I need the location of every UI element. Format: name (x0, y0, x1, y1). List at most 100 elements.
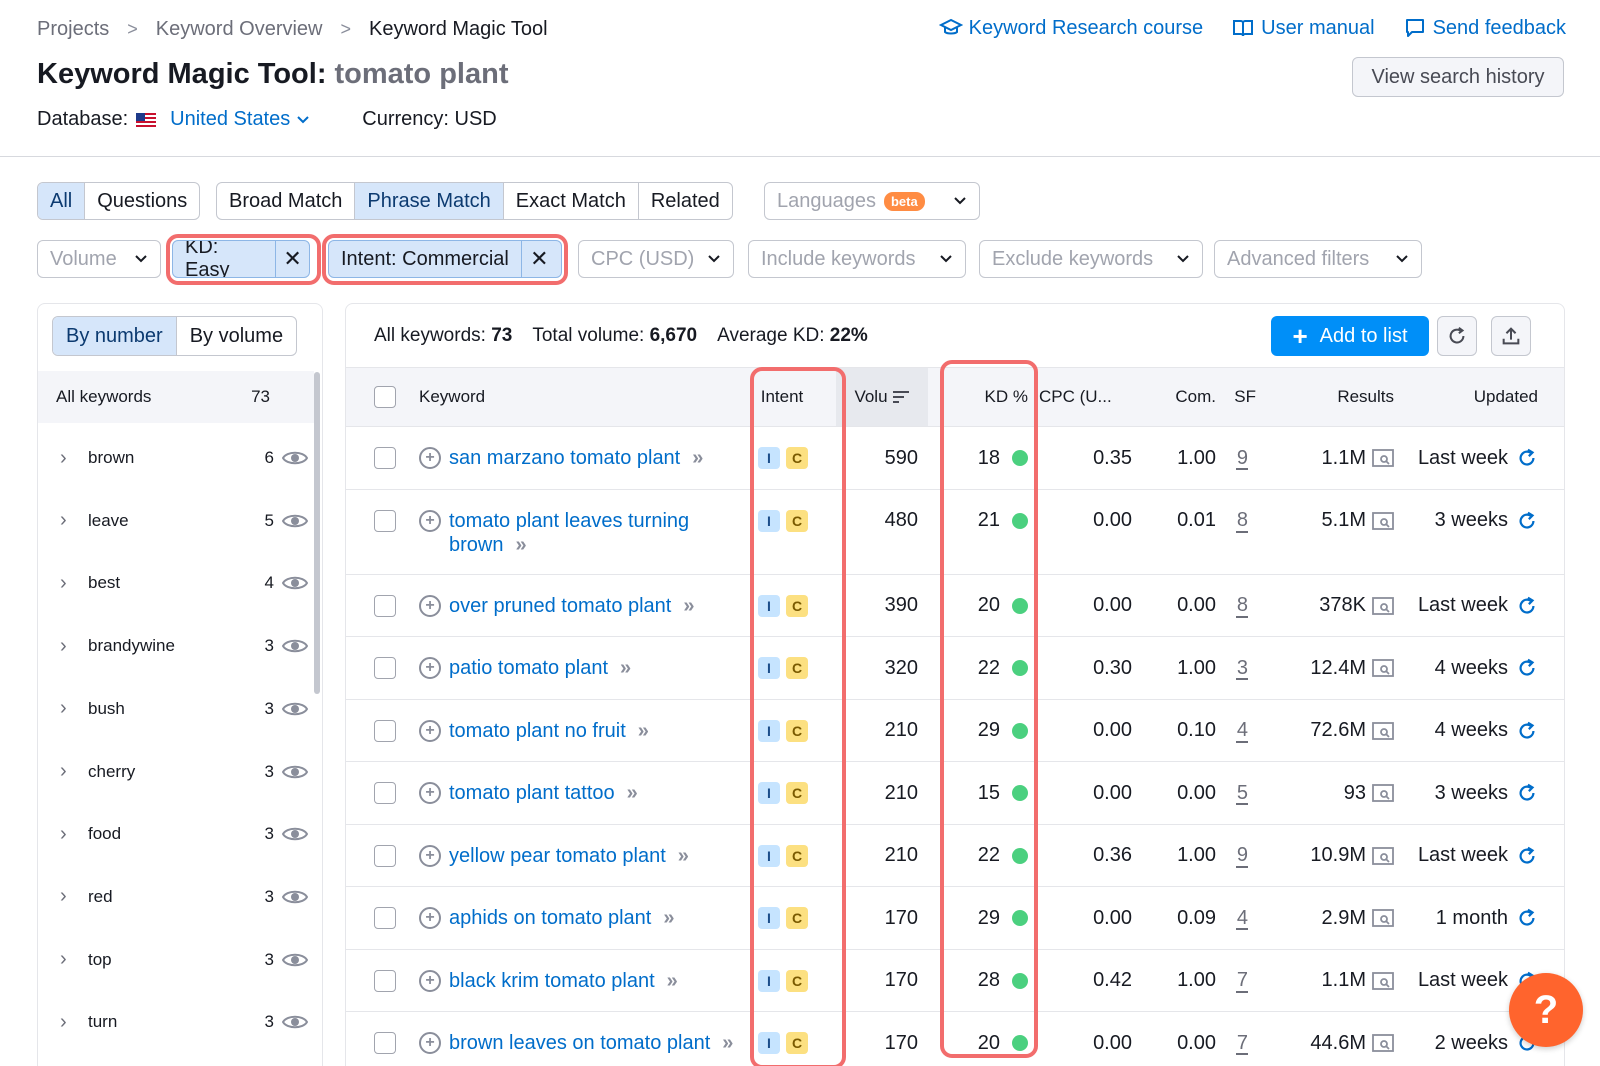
double-chevron-icon[interactable]: » (683, 595, 694, 617)
row-checkbox[interactable] (374, 637, 396, 699)
serp-features-count[interactable]: 4 (1216, 700, 1248, 762)
eye-icon[interactable] (282, 512, 308, 530)
serp-features-count[interactable]: 4 (1216, 887, 1248, 949)
row-checkbox[interactable] (374, 950, 396, 1012)
chevron-right-icon[interactable]: › (60, 948, 72, 971)
keyword-link[interactable]: san marzano tomato plant » (449, 446, 703, 470)
advanced-filters[interactable]: Advanced filters (1214, 240, 1422, 278)
intent-filter-chip[interactable]: Intent: Commercial ✕ (328, 240, 562, 278)
tab-all[interactable]: All (38, 183, 86, 219)
column-keyword[interactable]: Keyword (419, 368, 485, 426)
tab-exact-match[interactable]: Exact Match (504, 183, 639, 219)
eye-icon[interactable] (282, 449, 308, 467)
keyword-group-item[interactable]: › bush 3 (38, 678, 314, 740)
eye-icon[interactable] (282, 825, 308, 843)
double-chevron-icon[interactable]: » (627, 782, 638, 804)
add-keyword-icon[interactable]: + (419, 594, 441, 617)
row-checkbox[interactable] (374, 1012, 396, 1066)
chevron-right-icon[interactable]: › (60, 697, 72, 720)
keyword-group-item[interactable]: › food 3 (38, 803, 314, 865)
chevron-right-icon[interactable]: › (60, 823, 72, 846)
refresh-icon[interactable] (1516, 782, 1538, 804)
column-results[interactable]: Results (1286, 368, 1394, 426)
serp-features-count[interactable]: 7 (1216, 1012, 1248, 1066)
eye-icon[interactable] (282, 637, 308, 655)
by-volume-button[interactable]: By volume (177, 317, 296, 355)
languages-dropdown[interactable]: Languages beta (764, 182, 980, 220)
eye-icon[interactable] (282, 951, 308, 969)
add-keyword-icon[interactable]: + (419, 907, 441, 929)
add-keyword-icon[interactable]: + (419, 447, 441, 469)
tab-questions[interactable]: Questions (85, 183, 199, 219)
keyword-link[interactable]: tomato plant tattoo » (449, 781, 638, 805)
double-chevron-icon[interactable]: » (620, 657, 631, 679)
keyword-link[interactable]: brown leaves on tomato plant » (449, 1031, 733, 1055)
view-search-history-button[interactable]: View search history (1352, 57, 1564, 97)
eye-icon[interactable] (282, 1013, 308, 1031)
double-chevron-icon[interactable]: » (515, 534, 526, 556)
close-icon[interactable]: ✕ (520, 241, 557, 277)
chevron-right-icon[interactable]: › (60, 447, 72, 470)
column-updated[interactable]: Updated (1416, 368, 1538, 426)
help-button[interactable]: ? (1509, 973, 1583, 1047)
eye-icon[interactable] (282, 574, 308, 592)
kd-filter-chip[interactable]: KD: Easy ✕ (172, 240, 310, 278)
send-feedback-link[interactable]: Send feedback (1403, 16, 1566, 40)
keyword-group-item[interactable]: › best 4 (38, 552, 314, 614)
database-select[interactable]: United States (136, 108, 310, 131)
row-checkbox[interactable] (374, 427, 396, 489)
keyword-link[interactable]: patio tomato plant » (449, 656, 631, 680)
keyword-link[interactable]: tomato plant leaves turning brown » (449, 509, 689, 557)
keyword-group-item[interactable]: › brown 6 (38, 427, 314, 489)
column-cpc[interactable]: CPC (U... (1039, 368, 1112, 426)
refresh-icon[interactable] (1516, 595, 1538, 617)
tab-broad-match[interactable]: Broad Match (217, 183, 356, 219)
row-checkbox[interactable] (374, 887, 396, 949)
serp-features-count[interactable]: 3 (1216, 637, 1248, 699)
add-keyword-icon[interactable]: + (419, 782, 441, 804)
column-kd[interactable]: KD % (928, 368, 1028, 426)
column-sf[interactable]: SF (1216, 368, 1256, 426)
add-keyword-icon[interactable]: + (419, 719, 441, 742)
breadcrumb-projects[interactable]: Projects (37, 18, 109, 41)
chevron-right-icon[interactable]: › (60, 635, 72, 658)
chevron-right-icon[interactable]: › (60, 885, 72, 908)
serp-features-count[interactable]: 8 (1216, 490, 1248, 552)
keyword-link[interactable]: tomato plant no fruit » (449, 719, 649, 743)
select-all-checkbox[interactable] (374, 368, 396, 426)
cpc-filter[interactable]: CPC (USD) (578, 240, 734, 278)
serp-features-count[interactable]: 7 (1216, 950, 1248, 1012)
volume-filter[interactable]: Volume (37, 240, 161, 278)
exclude-keywords-filter[interactable]: Exclude keywords (979, 240, 1203, 278)
chevron-right-icon[interactable]: › (60, 760, 72, 783)
double-chevron-icon[interactable]: » (722, 1032, 733, 1054)
refresh-icon[interactable] (1516, 447, 1538, 469)
breadcrumb-keyword-overview[interactable]: Keyword Overview (156, 18, 323, 41)
keyword-link[interactable]: yellow pear tomato plant » (449, 844, 689, 868)
row-checkbox[interactable] (374, 762, 396, 824)
include-keywords-filter[interactable]: Include keywords (748, 240, 966, 278)
refresh-button[interactable] (1437, 316, 1477, 356)
keyword-link[interactable]: over pruned tomato plant » (449, 594, 695, 618)
serp-features-count[interactable]: 8 (1216, 575, 1248, 637)
column-intent[interactable]: Intent (738, 368, 826, 426)
keyword-link[interactable]: aphids on tomato plant » (449, 906, 675, 930)
all-keywords-group[interactable]: All keywords 73 (38, 371, 314, 423)
refresh-icon[interactable] (1516, 510, 1538, 532)
double-chevron-icon[interactable]: » (667, 970, 678, 992)
export-button[interactable] (1491, 316, 1531, 356)
double-chevron-icon[interactable]: » (663, 907, 674, 929)
add-keyword-icon[interactable]: + (419, 844, 441, 867)
keyword-group-item[interactable]: › red 3 (38, 866, 314, 928)
add-keyword-icon[interactable]: + (419, 657, 441, 679)
user-manual-link[interactable]: User manual (1231, 16, 1375, 40)
double-chevron-icon[interactable]: » (692, 447, 703, 469)
column-volume[interactable]: Volu (836, 368, 928, 426)
refresh-icon[interactable] (1516, 845, 1538, 867)
row-checkbox[interactable] (374, 700, 396, 762)
row-checkbox[interactable] (374, 575, 396, 637)
scrollbar[interactable] (314, 372, 320, 694)
by-number-button[interactable]: By number (53, 317, 177, 355)
row-checkbox[interactable] (374, 490, 396, 552)
keyword-link[interactable]: black krim tomato plant » (449, 969, 678, 993)
